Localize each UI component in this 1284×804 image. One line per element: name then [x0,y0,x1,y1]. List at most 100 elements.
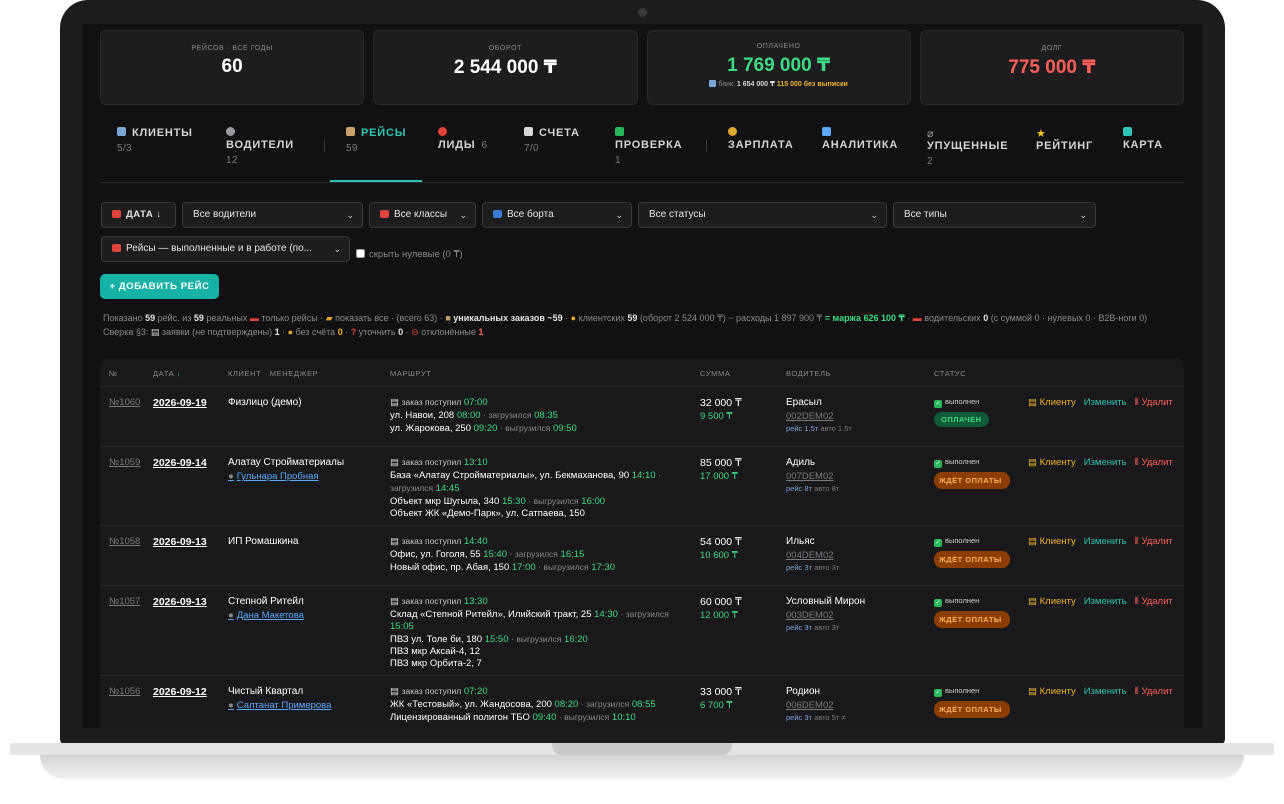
rejected-count: 1 [478,326,484,337]
stop-action: · загрузился [620,609,669,619]
manager-link[interactable]: ● Салтанат Примерова [228,700,383,711]
sum-cell: 32 000 ₸ 9 500 ₸ [700,397,742,422]
edit-button[interactable]: Изменить [1084,457,1127,468]
summary-of: рейс. из [157,313,192,323]
col-date[interactable]: ДАТА ↓ [153,369,181,378]
stop-address: Объект мкр Шугыла, 340 [390,496,500,507]
trip-date[interactable]: 2026-09-19 [153,397,207,409]
delete-button[interactable]: ⦀ Удалит [1135,686,1173,697]
tab-invoices[interactable]: СЧЕТА 7/0 [524,127,580,154]
to-client-button[interactable]: ▤ Клиенту [1028,536,1076,547]
trip-class: рейс 1.5т [786,424,819,433]
tab-clients[interactable]: КЛИЕНТЫ 5/3 [117,127,193,154]
delete-button[interactable]: ⦀ Удалит [1135,536,1173,547]
add-trip-button[interactable]: + ДОБАВИТЬ РЕЙС [100,274,219,299]
vehicle-class: рейс 8т авто 8т [786,484,839,493]
trip-date[interactable]: 2026-09-14 [153,457,207,469]
tab-label: ЗАРПЛАТА [728,139,794,151]
show-all-link[interactable]: показать все [335,313,388,323]
types-select[interactable]: Все типы ⌄ [893,202,1096,228]
stop-time: 09:40 [532,712,557,723]
edit-button[interactable]: Изменить [1084,536,1127,547]
vehicle-plate[interactable]: 004DEM02 [786,550,839,561]
only-trips-link[interactable]: только рейсы · [261,313,323,323]
delete-button[interactable]: ⦀ Удалит [1135,457,1173,468]
tab-rating[interactable]: ★ РЕЙТИНГ [1036,127,1093,152]
trip-number-link[interactable]: №1060 [109,397,140,408]
table-row: №1060 2026-09-19 Физлицо (демо) ▤ заказ пос… [100,387,1184,447]
vehicle-plate[interactable]: 007DEM02 [786,471,839,482]
edit-button[interactable]: Изменить [1084,596,1127,607]
route-cell: ▤ заказ поступил 07:00 ул. Навои, 208 08:… [390,396,690,435]
vehicle-plate[interactable]: 003DEM02 [786,610,865,621]
tab-count: 12 [226,155,238,166]
trash-icon: ⦀ [1134,596,1139,607]
table-header: № ДАТА ↓ КЛИЕНТ · МЕНЕДЖЕР МАРШРУТ СУММА… [100,359,1184,387]
client-name: Физлицо (демо) [228,397,302,408]
trip-date[interactable]: 2026-09-13 [153,596,207,608]
manager-link[interactable]: ● Дана Макетова [228,610,383,621]
date-sort-button[interactable]: ДАТА ↓ [101,202,176,228]
no-invoice-count: 0 [337,326,343,337]
no-invoice-label: без счёта [295,326,336,337]
manager-link[interactable]: ● Гульнара Пробная [228,471,383,482]
summary-unique: уникальных заказов ~59 [453,313,563,323]
trip-number-link[interactable]: №1056 [109,686,140,697]
stats-bar: рейсов · все годы 60 оборот 2 544 000 ₸ … [100,30,1184,105]
drivers-select[interactable]: Все водители ⌄ [182,202,363,228]
client-cell: Алатау Стройматериалы ● Гульнара Пробная [228,457,383,482]
tab-check[interactable]: ПРОВЕРКА 1 [615,127,682,166]
trip-number-link[interactable]: №1057 [109,596,140,607]
payment-badge: ЖДЁТ ОПЛАТЫ [934,551,1010,568]
tab-analytics[interactable]: АНАЛИТИКА [822,127,898,151]
app-screen: рейсов · все годы 60 оборот 2 544 000 ₸ … [82,24,1202,728]
delete-button[interactable]: ⦀ Удалит [1135,397,1173,408]
classes-select[interactable]: Все классы ⌄ [369,202,476,228]
statuses-select[interactable]: Все статусы ⌄ [638,202,887,228]
tab-map[interactable]: КАРТА [1123,127,1163,151]
summary-line-2: Сверка §3: ▤ заявки (не подтверждены) 1 … [103,326,484,337]
to-client-button[interactable]: ▤ Клиенту [1028,686,1076,697]
route-stop: ЖК «Тестовый», ул. Жандосова, 200 08:20 … [390,698,690,711]
money-bag-icon: ● [570,313,577,323]
delete-button[interactable]: ⦀ Удалит [1135,596,1173,607]
order-time: 07:00 [463,397,488,408]
rejected-label: отклонённые [421,326,476,337]
tab-missed[interactable]: ⌀ УПУЩЕННЫЕ 2 [927,127,1008,167]
trips-mode-select[interactable]: Рейсы — выполненные и в работе (по... ⌄ [101,236,350,262]
to-client-button[interactable]: ▤ Клиенту [1028,596,1076,607]
stop-address: ПВЗ мкр Орбита-2, 7 [390,658,482,669]
clipboard-icon: ▤ [150,326,160,337]
summary-clients-label: клиентских [578,313,625,323]
vehicle-plate[interactable]: 002DEM02 [786,411,852,422]
hide-zero-checkbox[interactable]: скрыть нулевые (0 ₸) [356,249,463,260]
tab-trips[interactable]: РЕЙСЫ 59 [346,127,406,154]
stat-card-turnover: оборот 2 544 000 ₸ [373,30,638,105]
check-icon: ✓ [934,689,942,697]
trip-date[interactable]: 2026-09-13 [153,536,207,548]
checkbox-box[interactable] [356,249,365,258]
to-client-button[interactable]: ▤ Клиенту [1028,457,1076,468]
vehicle-plate[interactable]: 006DEM02 [786,700,845,711]
tab-leads[interactable]: ЛИДЫ 6 [438,127,487,151]
money-bag-icon [728,127,737,136]
stop-address: Склад «Степной Ритейл», Илийский тракт, … [390,609,592,620]
trip-number-link[interactable]: №1059 [109,457,140,468]
tab-drivers[interactable]: ВОДИТЕЛИ 12 [226,127,294,166]
table-body: №1060 2026-09-19 Физлицо (демо) ▤ заказ пос… [100,387,1184,728]
summary-drivers-label: водительских [924,313,981,323]
trip-date[interactable]: 2026-09-12 [153,686,207,698]
person-icon: ● [228,471,234,482]
bank-label: банк: [718,81,735,88]
to-client-button[interactable]: ▤ Клиенту [1028,397,1076,408]
edit-button[interactable]: Изменить [1084,686,1127,697]
box-icon: ■ [445,313,451,323]
stat-label: оборот [488,45,522,52]
driver-name: Условный Мирон [786,596,866,607]
trip-number-link[interactable]: №1058 [109,536,140,547]
edit-button[interactable]: Изменить [1084,397,1127,408]
hide-zero-label: скрыть нулевые (0 ₸) [369,249,463,260]
boards-select[interactable]: Все борта ⌄ [482,202,632,228]
date-sort-label: ДАТА ↓ [126,209,162,220]
tab-salary[interactable]: ЗАРПЛАТА [728,127,794,151]
